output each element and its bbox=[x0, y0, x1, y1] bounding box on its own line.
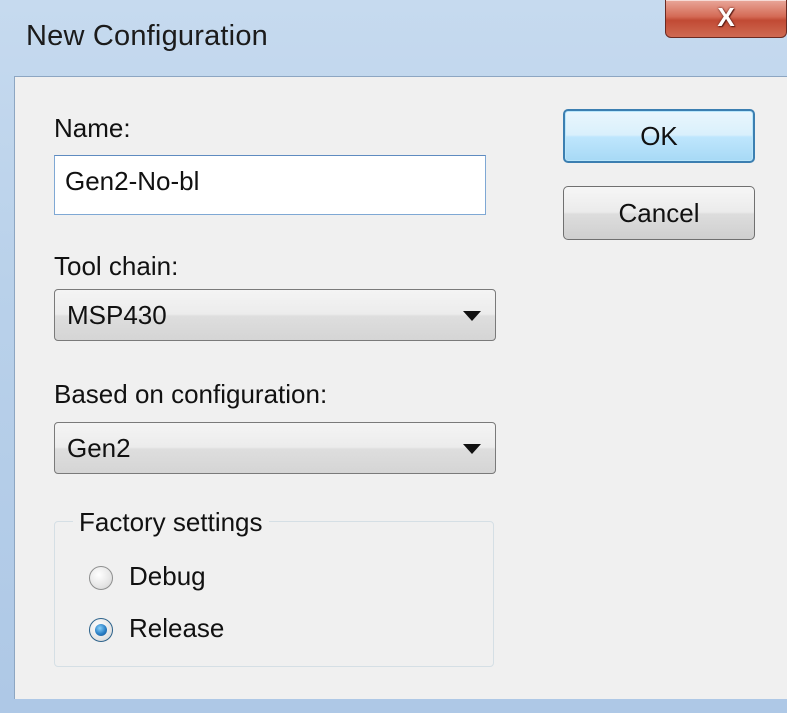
debug-radio[interactable] bbox=[89, 566, 113, 590]
release-radio-label[interactable]: Release bbox=[129, 613, 224, 644]
based-on-select[interactable]: Gen2 bbox=[54, 422, 496, 474]
close-button[interactable]: X bbox=[665, 0, 787, 38]
based-on-selected-value: Gen2 bbox=[67, 433, 131, 463]
radio-selected-dot bbox=[95, 624, 107, 636]
factory-settings-group bbox=[54, 521, 494, 667]
toolchain-selected-value: MSP430 bbox=[67, 300, 167, 330]
factory-settings-title: Factory settings bbox=[73, 507, 269, 538]
release-radio[interactable] bbox=[89, 618, 113, 642]
chevron-down-icon bbox=[463, 444, 481, 454]
dialog-client-area: Name: Gen2-No-bl Tool chain: MSP430 Base… bbox=[14, 76, 787, 699]
name-label: Name: bbox=[54, 113, 131, 143]
based-on-label: Based on configuration: bbox=[54, 379, 328, 409]
name-input[interactable]: Gen2-No-bl bbox=[54, 155, 486, 215]
cancel-button[interactable]: Cancel bbox=[563, 186, 755, 240]
window-title: New Configuration bbox=[26, 20, 268, 52]
toolchain-select[interactable]: MSP430 bbox=[54, 289, 496, 341]
dialog-window: New Configuration X Name: Gen2-No-bl Too… bbox=[0, 0, 787, 713]
chevron-down-icon bbox=[463, 311, 481, 321]
close-icon: X bbox=[717, 2, 735, 32]
toolchain-label: Tool chain: bbox=[54, 251, 179, 281]
ok-button[interactable]: OK bbox=[563, 109, 755, 163]
debug-radio-label[interactable]: Debug bbox=[129, 561, 206, 592]
